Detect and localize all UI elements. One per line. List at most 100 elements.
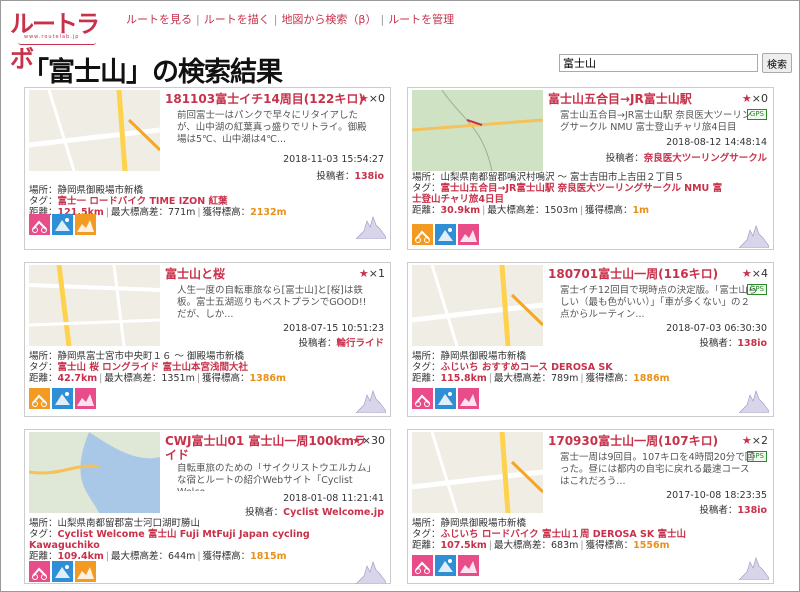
- elevation-profile-thumbnail[interactable]: [738, 383, 770, 414]
- category-icon[interactable]: [75, 214, 96, 235]
- favorite-count[interactable]: ★×0: [742, 92, 768, 105]
- site-logo[interactable]: ルートラボ www.routelab.jp: [10, 6, 114, 73]
- tag-links[interactable]: 富士山 桜 ロングライド 富士山本宮浅間大社: [58, 362, 248, 373]
- route-title-link[interactable]: 富士山と桜: [165, 267, 225, 281]
- category-icon[interactable]: [458, 555, 479, 576]
- route-title-link[interactable]: 170930富士山一周(107キロ): [548, 434, 718, 448]
- category-icon[interactable]: [52, 214, 73, 235]
- poster-name-link[interactable]: 138io: [737, 338, 767, 349]
- climb-label: 獲得標高：: [202, 373, 250, 384]
- elevation-profile-thumbnail[interactable]: [355, 554, 387, 585]
- tag-label: タグ：: [29, 362, 58, 373]
- category-icon[interactable]: [29, 214, 50, 235]
- post-date: 2017-10-08 18:23:35: [666, 490, 767, 501]
- tag-links[interactable]: 富士山五合目→JR富士山駅 奈良医大ツーリングサークル NMU 富士登山チャリ旅…: [412, 183, 722, 205]
- route-map-thumbnail[interactable]: [29, 432, 160, 513]
- stats-separator: |: [482, 205, 486, 216]
- route-map-thumbnail[interactable]: [412, 90, 543, 171]
- route-title-link[interactable]: 180701富士山一周(116キロ): [548, 267, 718, 281]
- poster-label: 投稿者：: [699, 505, 738, 516]
- category-icon[interactable]: [435, 555, 456, 576]
- category-icon[interactable]: [29, 388, 50, 409]
- stats-row: 距離：42.7km | 最大標高差：1351m | 獲得標高：1386m: [29, 373, 347, 384]
- category-icon[interactable]: [29, 561, 50, 582]
- category-icon[interactable]: [52, 561, 73, 582]
- route-card[interactable]: 180701富士山一周(116キロ) ★×4 GPS 富士イチ12回目で現時点の決定版…: [407, 262, 774, 417]
- route-title-link[interactable]: CWJ富士山01 富士山一周100kmライド: [165, 434, 370, 462]
- category-icon[interactable]: [75, 561, 96, 582]
- favorite-count[interactable]: ★×4: [742, 267, 768, 280]
- category-icon[interactable]: [412, 224, 433, 245]
- route-map-thumbnail[interactable]: [29, 90, 160, 171]
- climb-value: 1815m: [250, 551, 287, 562]
- tag-links[interactable]: ふじいち ロードバイク 富士山１周 DEROSA SK 富士山: [441, 529, 687, 540]
- favorite-count[interactable]: ★×1: [359, 267, 385, 280]
- route-title-link[interactable]: 181103富士イチ14周目(122キロ): [165, 92, 364, 106]
- max-elev-label: 最大標高差：: [494, 373, 552, 384]
- nav-manage-routes[interactable]: ルートを管理: [388, 13, 454, 26]
- favorite-count[interactable]: ★×0: [359, 92, 385, 105]
- star-count: ×0: [751, 92, 768, 105]
- max-elev-value: 1503m: [544, 205, 578, 216]
- star-icon: ★: [358, 92, 369, 105]
- route-map-thumbnail[interactable]: [412, 432, 543, 513]
- category-icon[interactable]: [412, 388, 433, 409]
- route-description: 富士一周は9回目。107キロを4時間20分で回った。昼には都内の自宅に戻れる最速…: [560, 452, 755, 487]
- stats-separator: |: [580, 373, 584, 384]
- route-card[interactable]: 181103富士イチ14周目(122キロ) ★×0 前回富士一はパンクで早々にリタイ…: [24, 87, 391, 250]
- route-card[interactable]: CWJ富士山01 富士山一周100kmライド ★×30 自転車旅のための「サイクリス…: [24, 429, 391, 585]
- max-elev-value: 644m: [168, 551, 196, 562]
- max-elev-value: 789m: [551, 373, 579, 384]
- search-input[interactable]: [559, 54, 758, 72]
- category-icon[interactable]: [412, 555, 433, 576]
- search-button[interactable]: 検索: [762, 53, 792, 73]
- stats-separator: |: [488, 373, 492, 384]
- poster-name-link[interactable]: 138io: [354, 171, 384, 182]
- elevation-profile-thumbnail[interactable]: [738, 550, 770, 581]
- nav-view-routes[interactable]: ルートを見る: [126, 13, 192, 26]
- category-icon[interactable]: [435, 224, 456, 245]
- tag-row: タグ：富士山五合目→JR富士山駅 奈良医大ツーリングサークル NMU 富士登山チ…: [412, 183, 730, 205]
- nav-separator: |: [196, 13, 200, 26]
- stats-separator: |: [105, 207, 109, 218]
- favorite-count[interactable]: ★×30: [352, 434, 385, 447]
- poster-name-link[interactable]: 輪行ライド: [336, 338, 384, 349]
- poster-label: 投稿者：: [699, 338, 738, 349]
- star-icon: ★: [351, 434, 362, 447]
- poster-name-link[interactable]: Cyclist Welcome.jp: [283, 507, 384, 518]
- poster-label: 投稿者：: [316, 171, 355, 182]
- place-value: 山梨県南都留郡富士河口湖町勝山: [57, 518, 201, 529]
- logo-swoosh: [18, 42, 96, 45]
- route-map-thumbnail[interactable]: [29, 265, 160, 346]
- category-icon[interactable]: [52, 388, 73, 409]
- favorite-count[interactable]: ★×2: [742, 434, 768, 447]
- route-card[interactable]: 富士山と桜 ★×1 人生一度の自転車旅なら[富士山]と[桜]は鉄板。富士五湖巡りもベ…: [24, 262, 391, 417]
- poster-label: 投稿者：: [298, 338, 337, 349]
- distance-value: 42.7km: [57, 373, 98, 384]
- route-card[interactable]: 富士山五合目→JR富士山駅 ★×0 GPS 富士山五合目→JR富士山駅 奈良医大ツーリ…: [407, 87, 774, 250]
- poster: 投稿者：輪行ライド: [298, 335, 384, 349]
- place-row: 場所：山梨県南都留郡富士河口湖町勝山: [29, 518, 347, 529]
- category-icon[interactable]: [458, 388, 479, 409]
- elevation-profile-thumbnail[interactable]: [355, 209, 387, 240]
- max-elev-label: 最大標高差：: [487, 205, 545, 216]
- route-category-icons: [412, 224, 479, 245]
- category-icon[interactable]: [458, 224, 479, 245]
- poster-name-link[interactable]: 138io: [737, 505, 767, 516]
- elevation-profile-thumbnail[interactable]: [355, 383, 387, 414]
- route-map-thumbnail[interactable]: [412, 265, 543, 346]
- tag-links[interactable]: 富士一 ロードバイク TIME IZON 紅葉: [58, 196, 228, 207]
- tag-label: タグ：: [29, 529, 58, 540]
- climb-label: 獲得標高：: [585, 205, 633, 216]
- nav-map-search[interactable]: 地図から検索（β）: [281, 13, 376, 26]
- poster-name-link[interactable]: 奈良医大ツーリングサークル: [644, 153, 767, 164]
- tag-links[interactable]: Cyclist Welcome 富士山 Fuji MtFuji Japan cy…: [29, 529, 310, 551]
- category-icon[interactable]: [435, 388, 456, 409]
- elevation-profile-thumbnail[interactable]: [738, 218, 770, 249]
- place-row: 場所：静岡県富士宮市中央町１６ 〜 御殿場市新橋: [29, 351, 347, 362]
- category-icon[interactable]: [75, 388, 96, 409]
- tag-links[interactable]: ふじいち おすすめコース DEROSA SK: [441, 362, 613, 373]
- route-title-link[interactable]: 富士山五合目→JR富士山駅: [548, 92, 692, 106]
- route-card[interactable]: 170930富士山一周(107キロ) ★×2 GPS 富士一周は9回目。107キロを4…: [407, 429, 774, 584]
- nav-draw-route[interactable]: ルートを描く: [204, 13, 270, 26]
